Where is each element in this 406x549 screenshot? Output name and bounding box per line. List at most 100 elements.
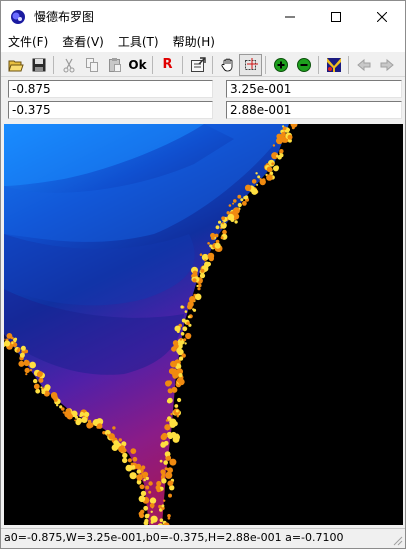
zoom-out-button[interactable] <box>292 54 315 76</box>
boundary-speck <box>112 426 116 430</box>
boundary-speck <box>233 199 237 203</box>
boundary-speck <box>276 137 283 145</box>
toolbar-separator <box>182 55 183 74</box>
copy-icon <box>85 57 98 72</box>
paste-icon <box>108 57 121 72</box>
boundary-speck <box>197 287 201 291</box>
pan-hand-icon <box>221 58 232 71</box>
mandelbrot-canvas[interactable] <box>4 124 403 525</box>
boundary-speck <box>159 518 164 522</box>
boundary-speck <box>251 179 257 184</box>
ok-label: Ok <box>128 57 147 72</box>
open-button[interactable] <box>4 54 27 76</box>
boundary-speck <box>174 325 181 332</box>
menu-help[interactable]: 帮助(H) <box>166 32 222 52</box>
boundary-speck <box>257 175 261 179</box>
boundary-speck <box>182 326 188 332</box>
boundary-speck <box>169 480 174 485</box>
save-button[interactable] <box>27 54 50 76</box>
boundary-speck <box>38 377 44 383</box>
resize-grip-icon[interactable] <box>391 534 403 546</box>
boundary-speck <box>132 456 138 462</box>
boundary-speck <box>194 293 202 301</box>
boundary-speck <box>259 177 262 181</box>
a0-field[interactable]: -0.875 <box>8 80 213 98</box>
boundary-speck <box>87 419 92 424</box>
boundary-speck <box>139 484 145 490</box>
menu-view[interactable]: 查看(V) <box>55 32 111 52</box>
boundary-speck <box>79 414 83 418</box>
boundary-speck <box>276 138 279 141</box>
boundary-speck <box>145 485 150 490</box>
open-folder-icon <box>7 60 24 71</box>
ok-button[interactable]: Ok <box>126 54 149 76</box>
export-button[interactable] <box>186 54 209 76</box>
boundary-speck <box>45 391 49 394</box>
select-zoom-button[interactable] <box>239 53 262 76</box>
boundary-speck <box>130 448 137 454</box>
boundary-speck <box>230 218 235 222</box>
pan-button[interactable] <box>216 54 239 76</box>
boundary-speck <box>174 404 179 408</box>
boundary-speck <box>192 308 197 312</box>
boundary-speck <box>204 254 207 257</box>
boundary-speck <box>221 216 226 221</box>
close-button[interactable] <box>359 1 405 32</box>
boundary-speck <box>184 310 188 313</box>
boundary-speck <box>251 188 258 195</box>
boundary-speck <box>175 409 179 413</box>
forward-button[interactable] <box>375 54 398 76</box>
boundary-speck <box>40 386 43 389</box>
maximize-button[interactable] <box>313 1 359 32</box>
b0-field[interactable]: -0.375 <box>8 101 213 119</box>
boundary-speck <box>144 518 149 523</box>
boundary-speck <box>6 333 13 339</box>
boundary-speck <box>165 380 172 387</box>
boundary-speck <box>136 480 142 485</box>
boundary-speck <box>143 505 149 511</box>
boundary-speck <box>161 504 165 508</box>
export-icon <box>190 56 206 72</box>
zoom-in-button[interactable] <box>269 54 292 76</box>
reset-button[interactable]: R <box>156 54 179 76</box>
minimize-icon <box>285 16 295 17</box>
boundary-speck <box>150 515 158 523</box>
boundary-speck <box>287 134 293 140</box>
width-field[interactable]: 3.25e-001 <box>226 80 402 98</box>
height-field[interactable]: 2.88e-001 <box>226 101 402 119</box>
palette-button[interactable] <box>322 54 345 76</box>
boundary-speck <box>138 495 146 503</box>
boundary-speck <box>35 388 41 394</box>
boundary-speck <box>179 338 183 341</box>
boundary-speck <box>166 455 171 461</box>
boundary-speck <box>33 378 38 384</box>
boundary-speck <box>53 398 58 402</box>
boundary-speck <box>266 166 273 173</box>
boundary-speck <box>167 427 170 430</box>
boundary-speck <box>160 434 167 441</box>
boundary-speck <box>140 490 147 497</box>
reset-label: R <box>162 57 173 72</box>
boundary-speck <box>228 204 232 207</box>
boundary-speck <box>196 284 199 288</box>
copy-button[interactable] <box>80 54 103 76</box>
app-logo-icon <box>11 9 25 24</box>
toolbar-separator <box>152 55 153 74</box>
save-icon <box>32 58 45 71</box>
menu-file[interactable]: 文件(F) <box>1 32 55 52</box>
cut-button[interactable] <box>57 54 80 76</box>
boundary-speck <box>36 371 43 378</box>
boundary-speck <box>149 497 157 504</box>
boundary-speck <box>75 419 81 426</box>
minimize-button[interactable] <box>267 1 313 32</box>
back-button[interactable] <box>352 54 375 76</box>
menu-tools[interactable]: 工具(T) <box>111 32 166 52</box>
boundary-speck <box>266 174 273 181</box>
boundary-speck <box>234 220 238 224</box>
toolbar-separator <box>53 55 54 74</box>
title-bar[interactable]: 慢德布罗图 <box>1 1 405 32</box>
boundary-speck <box>20 345 26 351</box>
boundary-speck <box>187 301 194 308</box>
paste-button[interactable] <box>103 54 126 76</box>
maximize-icon <box>331 11 341 22</box>
